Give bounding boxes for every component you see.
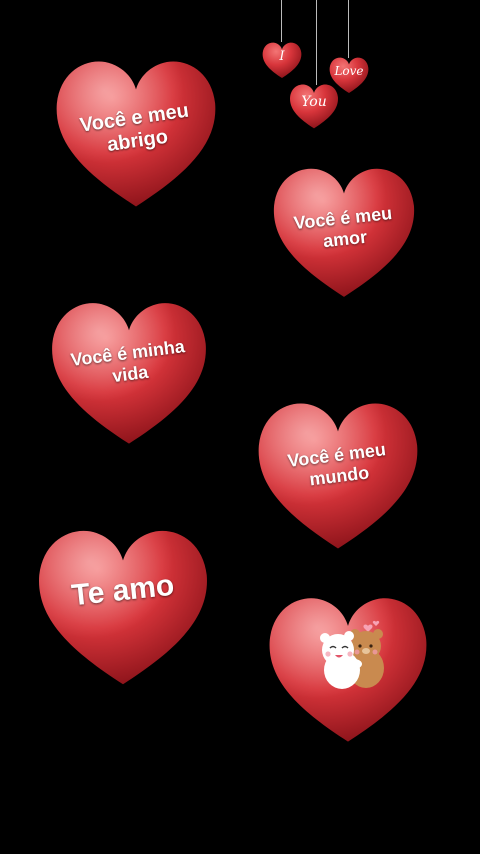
- heart-vida: Você é minha vida: [45, 297, 213, 447]
- hanging-heart-you-label: You: [301, 94, 327, 110]
- string-you: [316, 0, 317, 85]
- string-i: [281, 0, 282, 42]
- heart-amor: Você é meu amor: [268, 163, 420, 300]
- heart-te-amo: Te amo: [32, 524, 214, 688]
- hanging-heart-love-label: Love: [334, 64, 364, 78]
- hanging-heart-i: I: [261, 40, 303, 80]
- heart-mundo: Você é meu mundo: [252, 397, 424, 552]
- string-love: [348, 0, 349, 58]
- heart-abrigo: Você e meu abrigo: [50, 55, 222, 210]
- hanging-heart-you: You: [288, 82, 340, 130]
- hanging-heart-i-label: I: [279, 49, 285, 64]
- heart-bears: [263, 592, 433, 745]
- hugging-bears-icon: [320, 620, 384, 689]
